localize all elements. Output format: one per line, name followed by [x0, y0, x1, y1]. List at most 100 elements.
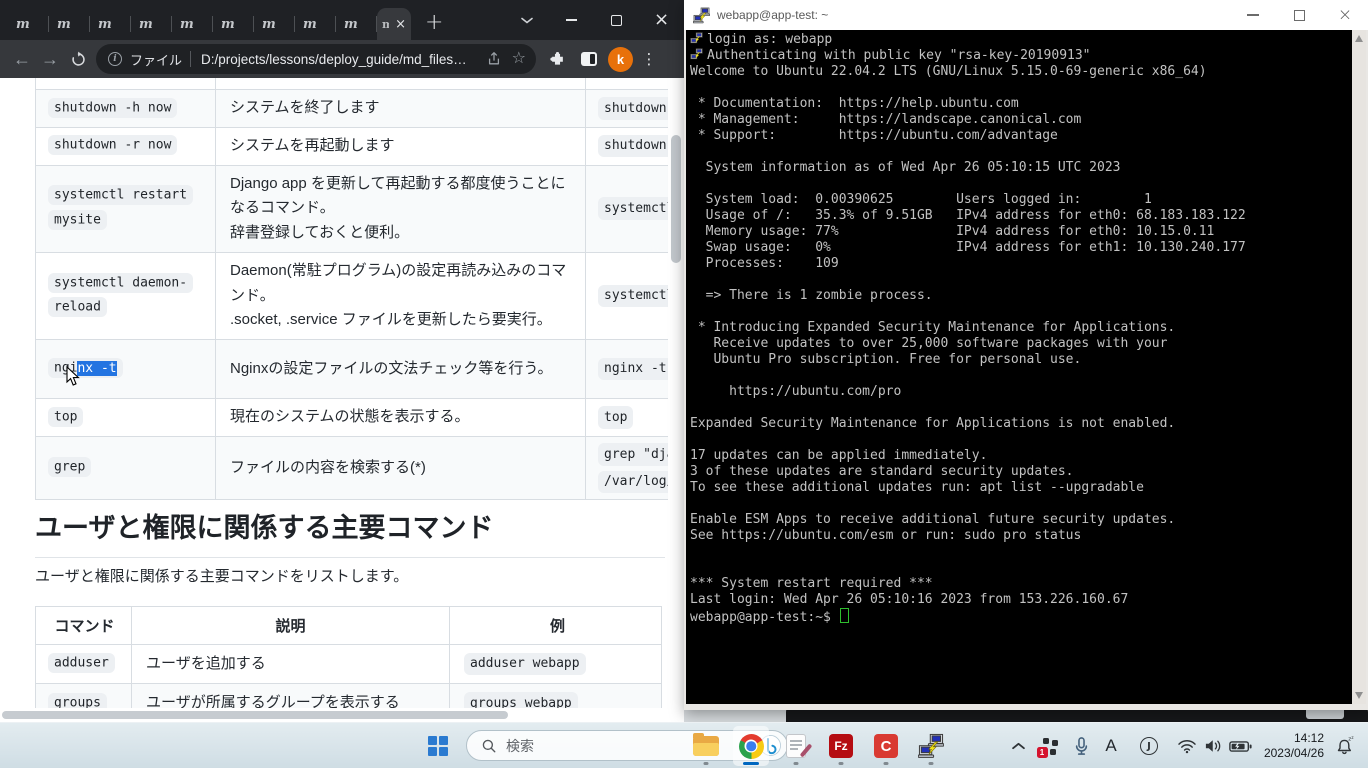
new-tab-button[interactable]: +	[425, 12, 443, 34]
terminal-text: Memory usage: 77% IPv4 address for eth0:…	[690, 224, 1214, 239]
command-chip[interactable]: top	[48, 407, 83, 427]
browser-tab-active[interactable]: m ×	[377, 8, 411, 40]
scroll-down-icon[interactable]	[1355, 692, 1363, 699]
command-description: 現在のシステムの状態を表示する。	[230, 408, 470, 425]
browser-close-button[interactable]: ×	[639, 0, 684, 40]
taskbar-clock[interactable]: 14:12 2023/04/26	[1258, 731, 1324, 761]
horizontal-scrollbar-thumb[interactable]	[2, 711, 508, 719]
markdown-favicon: m	[180, 17, 194, 32]
browser-maximize-button[interactable]	[594, 0, 639, 40]
table-row: systemctl daemon-reload Daemon(常駐プログラム)の…	[36, 252, 685, 339]
putty-close-button[interactable]: ×	[1322, 0, 1368, 30]
windows-start-button[interactable]	[428, 736, 448, 756]
notepad-icon	[786, 734, 806, 758]
command-chip[interactable]: shutdown -r now	[48, 135, 177, 155]
tray-volume[interactable]	[1200, 726, 1226, 766]
address-bar[interactable]: i ファイル D:/projects/lessons/deploy_guide/…	[96, 44, 536, 74]
browser-tab[interactable]: m	[254, 8, 295, 40]
table-row: top 現在のシステムの状態を表示する。 top	[36, 399, 685, 437]
taskbar-chrome[interactable]	[733, 726, 769, 766]
putty-maximize-button[interactable]	[1276, 0, 1322, 30]
command-description: システムを終了します	[230, 99, 380, 116]
share-icon[interactable]	[486, 51, 502, 67]
running-indicator	[794, 762, 799, 765]
hidden-icons-chevron[interactable]	[1006, 726, 1030, 766]
taskbar-notepad[interactable]	[778, 726, 814, 766]
scroll-up-icon[interactable]	[1355, 35, 1363, 42]
markdown-favicon: m	[57, 17, 71, 32]
browser-tab[interactable]: m	[49, 8, 90, 40]
vertical-scrollbar[interactable]	[668, 78, 684, 722]
user-commands-table: コマンド 説明 例 adduser ユーザを追加する adduser webap…	[35, 606, 662, 722]
url-text[interactable]: D:/projects/lessons/deploy_guide/md_file…	[201, 52, 476, 67]
browser-tab[interactable]: m	[131, 8, 172, 40]
side-panel-glyph	[581, 52, 597, 66]
taskbar-putty[interactable]	[913, 726, 949, 766]
selected-text[interactable]: nx -t	[77, 361, 116, 376]
terminal-text: * Management: https://landscape.canonica…	[690, 112, 1081, 127]
browser-tab[interactable]: m	[336, 8, 377, 40]
table-row: adduser ユーザを追加する adduser webapp	[36, 645, 662, 684]
horizontal-scrollbar[interactable]	[0, 708, 668, 722]
notification-bell[interactable]: zz	[1330, 726, 1360, 766]
terminal-line: * Introducing Expanded Security Maintena…	[690, 320, 1352, 336]
terminal-screen[interactable]: login as: webapp Authenticating with pub…	[686, 30, 1352, 704]
browser-tab[interactable]: m	[213, 8, 254, 40]
profile-avatar[interactable]: k	[608, 47, 633, 72]
terminal-line: Receive updates to over 25,000 software …	[690, 336, 1352, 352]
terminal-scrollbar[interactable]	[1352, 30, 1366, 704]
putty-app-icon	[693, 7, 710, 24]
tray-clock-app[interactable]: J	[1136, 726, 1162, 766]
browser-menu-icon[interactable]: ⋮	[639, 50, 659, 68]
page-info-icon[interactable]: i	[108, 52, 122, 66]
taskbar-apps: Fz C	[688, 726, 949, 766]
tray-microphone[interactable]	[1068, 726, 1094, 766]
terminal-text: webapp@app-test:~$	[690, 610, 849, 625]
running-indicator	[929, 762, 934, 765]
terminal-line	[690, 496, 1352, 512]
taskbar-file-explorer[interactable]	[688, 726, 724, 766]
tab-search-chevron-icon[interactable]	[504, 0, 549, 40]
ime-mode-indicator[interactable]: A	[1098, 726, 1124, 766]
browser-tab[interactable]: m	[90, 8, 131, 40]
tray-notification-app[interactable]: 1	[1036, 726, 1062, 766]
tray-wifi[interactable]	[1174, 726, 1200, 766]
terminal-line: System load: 0.00390625 Users logged in:…	[690, 192, 1352, 208]
taskbar-filezilla[interactable]: Fz	[823, 726, 859, 766]
example-chip: shutdown	[598, 135, 673, 158]
windows-logo-icon	[428, 747, 437, 756]
table-row: shutdown -h now システムを終了します shutdown	[36, 90, 685, 128]
putty-minimize-button[interactable]	[1230, 0, 1276, 30]
terminal-line: Last login: Wed Apr 26 05:10:16 2023 fro…	[690, 592, 1352, 608]
bookmark-star-icon[interactable]: ☆	[512, 51, 526, 67]
terminal-text: https://ubuntu.com/pro	[690, 384, 901, 399]
browser-minimize-button[interactable]	[549, 0, 594, 40]
command-chip[interactable]: shutdown -h now	[48, 98, 177, 118]
terminal-line	[690, 272, 1352, 288]
command-chip[interactable]: systemctl restart mysite	[48, 185, 193, 230]
terminal-text: 3 of these updates are standard security…	[690, 464, 1074, 479]
command-chip[interactable]: systemctl daemon-reload	[48, 273, 193, 318]
vertical-scrollbar-thumb[interactable]	[671, 135, 681, 263]
command-description: Daemon(常駐プログラム)の設定再読み込みのコマンド。 .socket, .…	[230, 262, 566, 329]
command-chip[interactable]: nginx -t	[48, 358, 123, 378]
command-chip[interactable]: grep	[48, 457, 91, 477]
terminal-line	[690, 176, 1352, 192]
example-chip: shutdown	[598, 97, 673, 120]
terminal-output: login as: webapp Authenticating with pub…	[686, 30, 1352, 624]
browser-tab[interactable]: m	[172, 8, 213, 40]
battery-icon	[1229, 740, 1252, 753]
extensions-puzzle-icon[interactable]	[544, 46, 570, 72]
terminal-line	[690, 560, 1352, 576]
browser-tab[interactable]: m	[295, 8, 336, 40]
back-button[interactable]: ←	[8, 45, 36, 73]
running-indicator	[884, 762, 889, 765]
tab-close-icon[interactable]: ×	[395, 18, 406, 31]
taskbar-clibor[interactable]: C	[868, 726, 904, 766]
reload-button[interactable]	[64, 45, 92, 73]
windows-logo-icon	[439, 747, 448, 756]
tray-battery[interactable]	[1226, 726, 1254, 766]
browser-tab[interactable]: m	[8, 8, 49, 40]
side-panel-icon[interactable]	[576, 46, 602, 72]
forward-button[interactable]: →	[36, 45, 64, 73]
